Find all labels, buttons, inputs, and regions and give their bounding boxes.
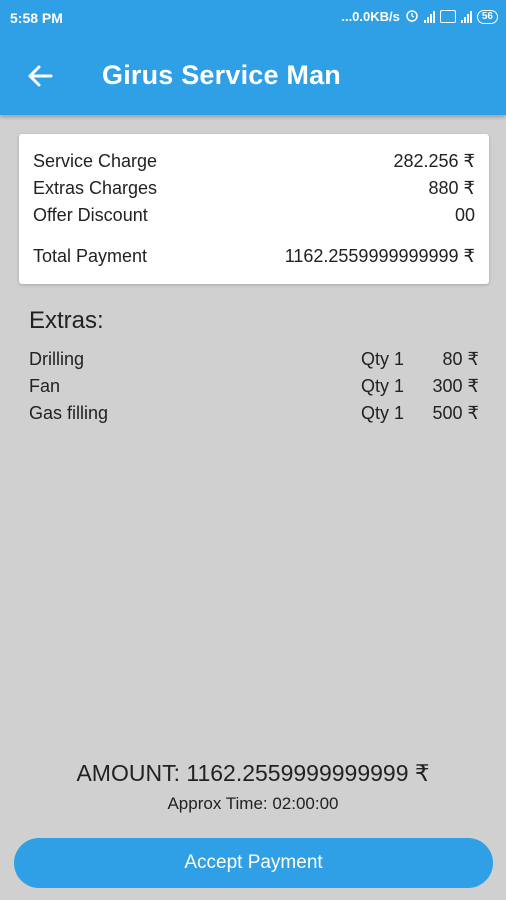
extra-price: 80 ₹ — [442, 349, 479, 369]
extras-title: Extras: — [29, 307, 104, 334]
service-charge-label: Service Charge — [33, 151, 158, 171]
sim-icon — [439, 10, 456, 23]
offer-discount-value: 00 — [454, 205, 475, 225]
alarm-icon — [405, 8, 419, 25]
extra-price: 300 ₹ — [432, 376, 480, 396]
signal-4g-icon — [460, 10, 472, 23]
offer-discount-row: Offer Discount 00 — [33, 205, 475, 226]
extra-qty: Qty 1 — [360, 376, 404, 396]
extra-name: Fan — [29, 376, 61, 396]
back-button[interactable] — [22, 58, 58, 94]
extra-qty: Qty 1 — [360, 403, 404, 423]
service-charge-value: 282.256 ₹ — [393, 151, 475, 171]
extra-name: Gas filling — [29, 403, 109, 423]
service-charge-row: Service Charge 282.256 ₹ — [33, 151, 475, 172]
list-item: Gas filling Qty 1 500 ₹ — [29, 403, 479, 427]
total-payment-row: Total Payment 1162.2559999999999 ₹ — [33, 246, 475, 267]
extras-charges-row: Extras Charges 880 ₹ — [33, 178, 475, 199]
amount-text: AMOUNT: 1162.2559999999999 ₹ — [76, 760, 430, 786]
extra-name: Drilling — [29, 349, 85, 369]
payment-summary-card: Service Charge 282.256 ₹ Extras Charges … — [19, 134, 489, 284]
list-item: Fan Qty 1 300 ₹ — [29, 376, 479, 400]
extra-qty: Qty 1 — [360, 349, 404, 369]
battery-icon: 56 — [476, 9, 498, 24]
total-payment-label: Total Payment — [33, 246, 148, 266]
extra-price: 500 ₹ — [432, 403, 480, 423]
offer-discount-label: Offer Discount — [33, 205, 148, 225]
status-bar: 5:58 PM ...0.0KB/s 56 — [0, 0, 506, 36]
app-title: Girus Service Man — [102, 60, 342, 90]
status-time: 5:58 PM — [10, 10, 63, 26]
total-payment-value: 1162.2559999999999 ₹ — [284, 246, 475, 266]
status-icons: ...0.0KB/s 56 — [341, 8, 498, 25]
approx-time-text: Approx Time: 02:00:00 — [167, 794, 339, 813]
app-bar: 5:58 PM ...0.0KB/s 56 Girus Service Man — [0, 0, 506, 115]
extras-charges-value: 880 ₹ — [428, 178, 476, 198]
accept-payment-button[interactable]: Accept Payment — [14, 838, 493, 888]
list-item: Drilling Qty 1 80 ₹ — [29, 349, 479, 373]
extras-charges-label: Extras Charges — [33, 178, 158, 198]
arrow-left-icon — [28, 65, 53, 87]
signal-icon — [423, 10, 435, 23]
network-speed: ...0.0KB/s — [341, 9, 400, 24]
